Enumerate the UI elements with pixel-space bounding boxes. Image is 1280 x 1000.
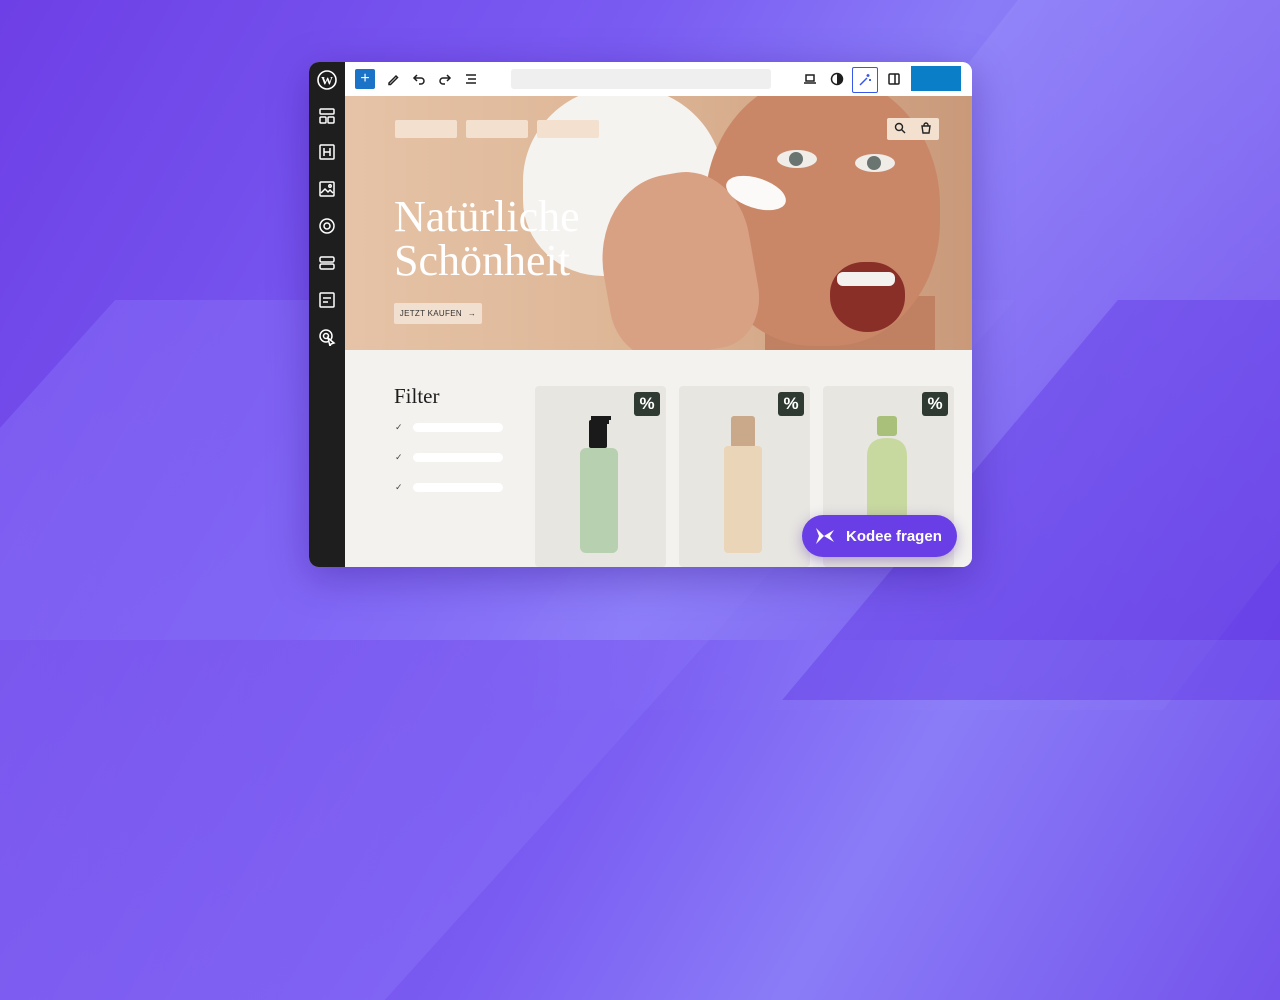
redo-icon[interactable] (435, 69, 455, 89)
discount-badge: % (634, 392, 660, 416)
pen-icon[interactable] (383, 69, 403, 89)
laptop-icon[interactable] (800, 69, 820, 89)
sidebar-toggle-icon[interactable] (884, 69, 904, 89)
filter-option[interactable]: ✓ (395, 422, 503, 433)
target-icon[interactable] (317, 216, 337, 236)
hero-title: Natürliche Schönheit (394, 195, 580, 283)
url-bar[interactable] (511, 69, 771, 89)
arrow-right-icon: → (467, 309, 477, 318)
add-block-button[interactable]: + (355, 69, 375, 89)
hero-photo-teeth (837, 272, 895, 286)
hero-photo-eye (855, 154, 895, 172)
filter-option[interactable]: ✓ (395, 482, 503, 493)
blocks-icon[interactable] (317, 253, 337, 273)
heading-icon[interactable] (317, 142, 337, 162)
editor-toolbar: + (345, 62, 972, 97)
wordpress-logo[interactable]: W (317, 70, 337, 90)
nav-placeholder[interactable] (466, 120, 528, 138)
filter-option[interactable]: ✓ (395, 452, 503, 463)
ask-kodee-button[interactable]: Kodee fragen (802, 515, 957, 557)
bag-icon[interactable] (920, 121, 932, 137)
product-card[interactable]: % (535, 386, 666, 567)
shop-now-label: JETZT KAUFEN (399, 309, 462, 318)
svg-text:W: W (321, 74, 333, 88)
filter-label-placeholder (413, 453, 503, 462)
cursor-click-icon[interactable] (317, 327, 337, 347)
form-icon[interactable] (317, 290, 337, 310)
pump-bottle-image (580, 416, 618, 553)
check-icon: ✓ (395, 422, 403, 432)
filter-label-placeholder (413, 423, 503, 432)
discount-badge: % (922, 392, 948, 416)
list-view-icon[interactable] (461, 69, 481, 89)
shop-now-button[interactable]: JETZT KAUFEN → (394, 303, 482, 324)
ask-kodee-label: Kodee fragen (846, 527, 942, 545)
editor-sidebar: W (309, 62, 345, 567)
editor-window: W + Natürliche Schönheit JETZT KAUFEN → … (309, 62, 972, 567)
plus-icon: + (360, 70, 370, 87)
contrast-icon[interactable] (827, 69, 847, 89)
serum-bottle-image (724, 416, 762, 553)
undo-icon[interactable] (409, 69, 429, 89)
filter-title: Filter (394, 384, 440, 408)
hero-title-line: Schönheit (394, 236, 570, 285)
nav-placeholder[interactable] (537, 120, 599, 138)
discount-badge: % (778, 392, 804, 416)
hero-title-line: Natürliche (394, 192, 580, 241)
hero-header-icons (887, 118, 939, 140)
check-icon: ✓ (395, 482, 403, 492)
hero-section: Natürliche Schönheit JETZT KAUFEN → (345, 96, 972, 350)
publish-button[interactable] (911, 66, 961, 91)
layout-icon[interactable] (317, 106, 337, 126)
nav-placeholder[interactable] (395, 120, 457, 138)
image-icon[interactable] (317, 179, 337, 199)
kodee-icon (816, 528, 834, 544)
check-icon: ✓ (395, 452, 403, 462)
magic-wand-icon[interactable] (852, 67, 878, 93)
search-icon[interactable] (894, 122, 906, 137)
filter-label-placeholder (413, 483, 503, 492)
hero-photo-eye (777, 150, 817, 168)
product-card[interactable]: % (679, 386, 810, 567)
